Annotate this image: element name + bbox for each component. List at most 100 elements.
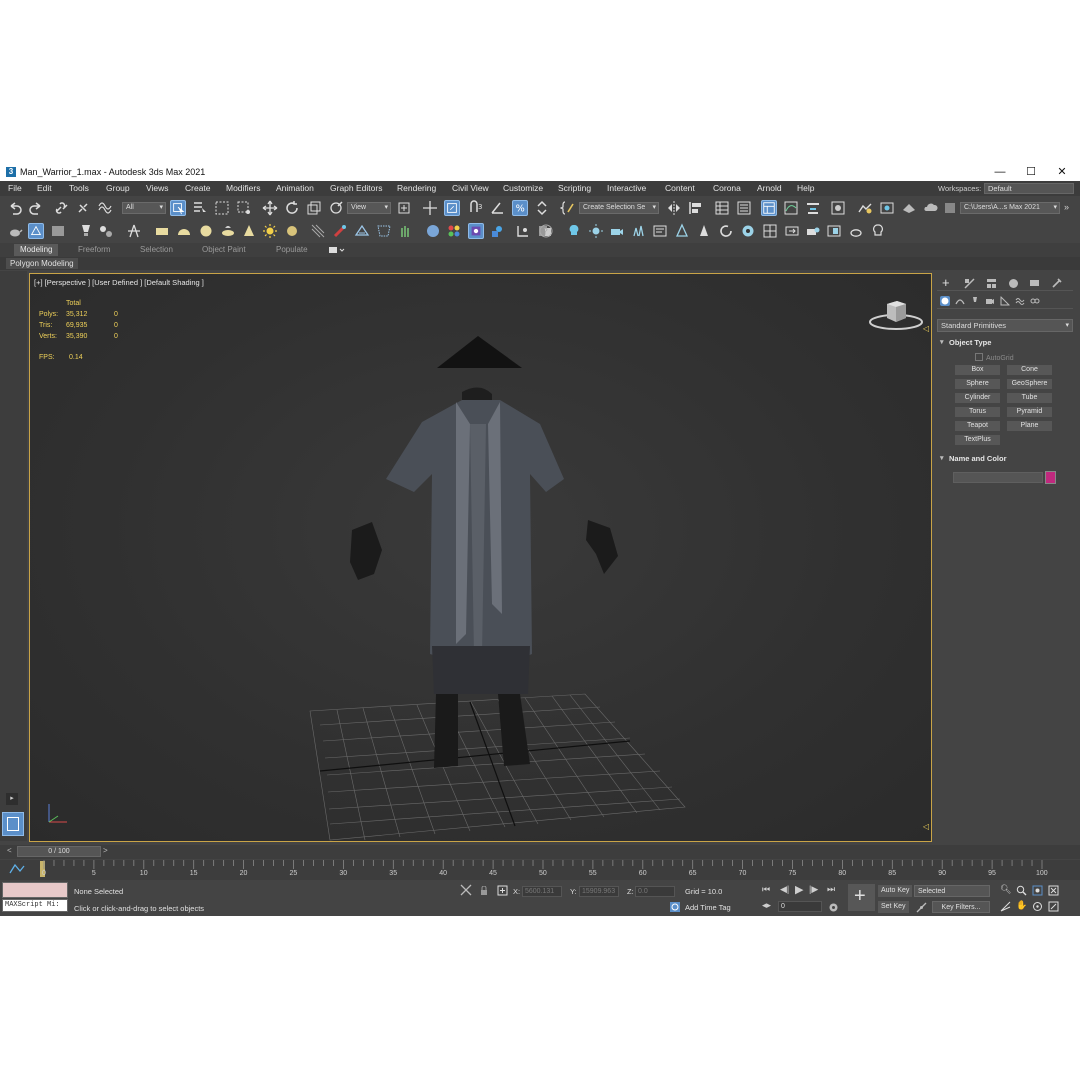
project-path-dropdown[interactable]: C:\Users\A...s Max 2021 [960, 202, 1060, 214]
skylight-icon[interactable] [284, 223, 300, 239]
zoom-extents-all-icon[interactable] [1048, 885, 1059, 896]
name-and-color-rollout[interactable]: Name and Color [937, 453, 1071, 465]
corona-interactive-icon[interactable] [805, 223, 821, 239]
auto-key-button[interactable]: Auto Key [878, 885, 913, 897]
display-panel-icon[interactable] [1029, 278, 1040, 289]
corona-vfb-icon[interactable] [740, 223, 756, 239]
move-icon[interactable] [262, 200, 278, 216]
tab-populate[interactable]: Populate [270, 244, 314, 256]
object-type-rollout[interactable]: Object Type [937, 337, 1071, 349]
geosphere-button[interactable]: GeoSphere [1007, 379, 1052, 389]
menu-civil-view[interactable]: Civil View [452, 183, 489, 193]
object-name-field[interactable] [953, 472, 1043, 483]
render-region-icon[interactable] [28, 223, 44, 239]
render-setup-icon[interactable] [857, 200, 873, 216]
minimize-button[interactable]: — [990, 165, 1010, 179]
next-frame-icon[interactable]: |▶ [809, 884, 818, 895]
key-mode-dropdown[interactable]: Selected [914, 885, 990, 897]
pyramid-button[interactable]: Pyramid [1007, 407, 1052, 417]
snaps-toggle-icon[interactable]: 3 [468, 200, 484, 216]
unlink-icon[interactable] [75, 200, 91, 216]
link-icon[interactable] [54, 200, 70, 216]
paint-selection-icon[interactable] [332, 223, 348, 239]
isolate-selection-icon[interactable] [460, 884, 472, 896]
selection-lock-icon[interactable] [480, 886, 488, 896]
close-button[interactable]: ✕ [1052, 165, 1072, 179]
hierarchy-panel-icon[interactable] [986, 278, 997, 289]
corona-teapot-icon[interactable] [848, 223, 864, 239]
tab-object-paint[interactable]: Object Paint [196, 244, 252, 256]
field-of-view-icon[interactable] [1000, 901, 1011, 912]
cone-primitive-icon[interactable] [241, 223, 257, 239]
menu-scripting[interactable]: Scripting [558, 183, 591, 193]
add-time-tag-button[interactable]: Add Time Tag [685, 903, 731, 912]
expand-arrow-icon[interactable]: ▸ [6, 793, 18, 805]
corona-material-icon[interactable] [826, 223, 842, 239]
textplus-button[interactable]: TextPlus [955, 435, 1000, 445]
render-active-shade-icon[interactable] [468, 223, 484, 239]
shapes-category-icon[interactable] [955, 296, 965, 306]
modify-panel-icon[interactable] [964, 278, 975, 289]
menu-help[interactable]: Help [797, 183, 814, 193]
teapot-icon[interactable] [7, 223, 23, 239]
rectangular-selection-icon[interactable] [214, 200, 230, 216]
zoom-all-icon[interactable] [1016, 885, 1027, 896]
previous-frame-icon[interactable]: ◀| [780, 884, 789, 895]
menu-file[interactable]: File [8, 183, 22, 193]
teapot-button[interactable]: Teapot [955, 421, 1000, 431]
object-color-swatch[interactable] [1045, 471, 1056, 484]
menu-content[interactable]: Content [665, 183, 695, 193]
edit-named-selection-icon[interactable] [560, 200, 576, 216]
sphere-primitive-icon[interactable] [198, 223, 214, 239]
measure-icon[interactable] [515, 223, 531, 239]
mini-curve-editor-icon[interactable] [8, 863, 26, 875]
selection-filter-dropdown[interactable]: All [122, 202, 166, 214]
maxscript-listener-pink[interactable] [2, 882, 68, 898]
menu-views[interactable]: Views [146, 183, 169, 193]
percent-snap-icon[interactable]: % [512, 200, 528, 216]
align-icon[interactable] [688, 200, 704, 216]
menu-create[interactable]: Create [185, 183, 211, 193]
material-sphere-icon[interactable] [425, 223, 441, 239]
arnold-render-icon[interactable] [489, 223, 505, 239]
render-in-cloud-icon[interactable] [923, 200, 939, 216]
time-slider-thumb[interactable]: 0 / 100 [17, 846, 101, 857]
box-button[interactable]: Box [955, 365, 1000, 375]
warrior-model[interactable] [350, 336, 618, 768]
torus-primitive-icon[interactable] [220, 223, 236, 239]
angle-snap-icon[interactable] [490, 200, 506, 216]
menu-edit[interactable]: Edit [37, 183, 52, 193]
toolbar-overflow-icon[interactable]: » [1064, 202, 1069, 212]
select-manipulate-icon[interactable] [422, 200, 438, 216]
time-configuration-icon[interactable] [828, 902, 839, 913]
orbit-icon[interactable] [1032, 901, 1043, 912]
plane-button[interactable]: Plane [1007, 421, 1052, 431]
pan-view-icon[interactable]: ✋ [1016, 900, 1027, 911]
a360-gallery-icon[interactable] [942, 200, 958, 216]
tab-selection[interactable]: Selection [134, 244, 179, 256]
menu-rendering[interactable]: Rendering [397, 183, 436, 193]
track-bar[interactable]: 0 5 10 15 20 25 30 35 40 45 50 55 60 65 70 75 80 85 90 95 10… [0, 860, 1080, 880]
mirror-icon[interactable] [666, 200, 682, 216]
corona-decal-icon[interactable] [674, 223, 690, 239]
select-object-icon[interactable] [170, 200, 186, 216]
redo-icon[interactable] [28, 200, 44, 216]
lights-category-icon[interactable] [970, 296, 980, 306]
time-slider-prev-icon[interactable]: < [7, 846, 12, 855]
select-by-name-icon[interactable] [192, 200, 208, 216]
x-coordinate-field[interactable]: 5600.131 [522, 886, 562, 897]
spacewarps-category-icon[interactable] [1015, 296, 1025, 306]
menu-interactive[interactable]: Interactive [607, 183, 646, 193]
particle-view-icon[interactable] [98, 223, 114, 239]
maxscript-mini-listener[interactable]: MAXScript Mi: [2, 899, 68, 912]
corona-converter-icon[interactable] [784, 223, 800, 239]
cameras-category-icon[interactable] [985, 296, 995, 306]
time-tag-icon[interactable] [669, 901, 681, 913]
maximize-viewport-icon[interactable] [1048, 901, 1059, 912]
utilities-panel-icon[interactable] [1051, 278, 1062, 289]
pivot-center-icon[interactable] [396, 200, 412, 216]
corona-camera-icon[interactable] [609, 223, 625, 239]
sun-light-icon[interactable] [262, 223, 278, 239]
menu-group[interactable]: Group [106, 183, 130, 193]
corona-scatter-icon[interactable] [630, 223, 646, 239]
